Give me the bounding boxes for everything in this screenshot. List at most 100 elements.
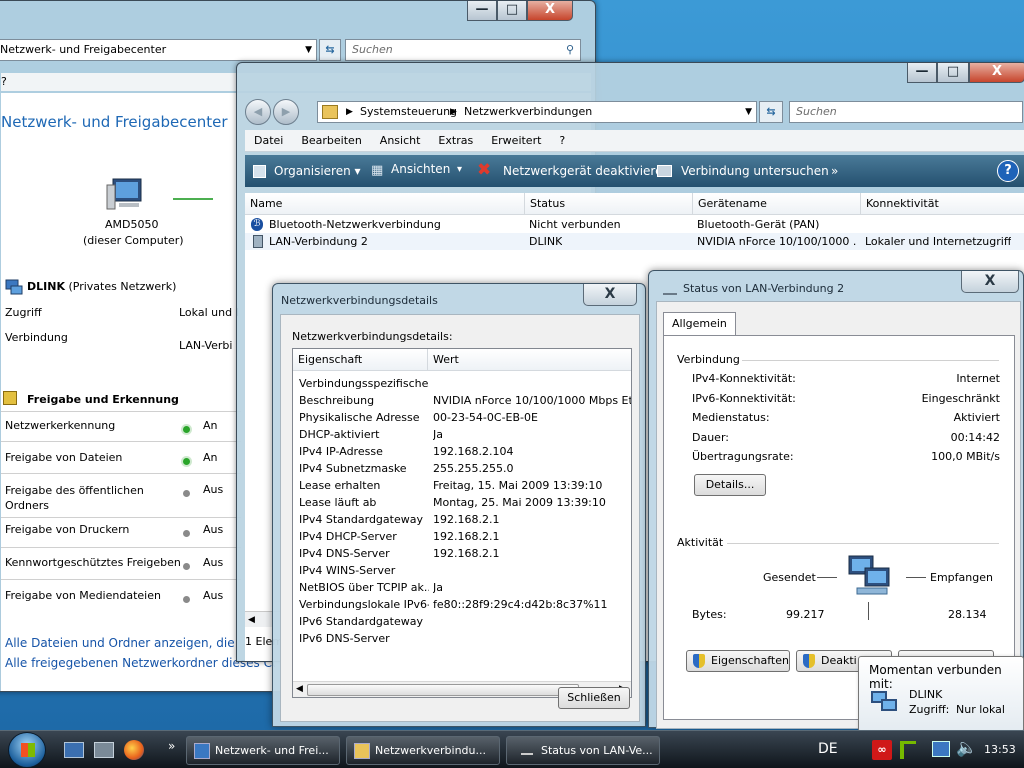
menu-extras[interactable]: Extras <box>429 130 482 152</box>
details-row[interactable]: Physikalische Adresse 00-23-54-0C-EB-0E <box>293 409 631 426</box>
details-value: fe80::28f9:29c4:d42b:8c37%11 <box>433 598 608 611</box>
details-row[interactable]: IPv4 IP-Adresse 192.168.2.104 <box>293 443 631 460</box>
details-row[interactable]: IPv4 WINS-Server <box>293 562 631 579</box>
breadcrumb-systemsteuerung[interactable]: Systemsteuerung <box>360 102 457 122</box>
forward-button[interactable]: ▶ <box>273 99 299 125</box>
scroll-left-icon[interactable]: ◀ <box>296 684 303 694</box>
search-input[interactable]: Suchen ⚲ <box>345 39 581 61</box>
task-network-connections[interactable]: Netzwerkverbindu... <box>346 736 500 765</box>
tab-allgemein[interactable]: Allgemein <box>663 312 736 336</box>
breadcrumb-netzwerkverbindungen[interactable]: Netzwerkverbindungen <box>464 102 592 122</box>
views-button[interactable]: Ansichten <box>383 153 458 185</box>
refresh-icon[interactable]: ⇆ <box>319 39 341 61</box>
close-button[interactable]: Schließen <box>558 687 630 709</box>
menu-bearbeiten[interactable]: Bearbeiten <box>292 130 370 152</box>
address-bar[interactable]: ▶ Systemsteuerung ▶ Netzwerkverbindungen… <box>317 101 757 123</box>
menu-datei[interactable]: Datei <box>245 130 292 152</box>
details-row[interactable]: Verbindungslokale IPv6-... fe80::28f9:29c… <box>293 596 631 613</box>
details-row[interactable]: IPv4 Standardgateway 192.168.2.1 <box>293 511 631 528</box>
diagnose-button[interactable]: Verbindung untersuchen <box>673 155 837 187</box>
help-icon[interactable]: ? <box>997 160 1019 182</box>
details-row[interactable]: IPv4 Subnetzmaske 255.255.255.0 <box>293 460 631 477</box>
task-network-center[interactable]: Netzwerk- und Frei... <box>186 736 340 765</box>
antivirus-icon[interactable]: ∞ <box>872 740 892 760</box>
show-desktop-icon[interactable] <box>64 742 84 758</box>
sharing-item[interactable]: Freigabe von Druckern Aus <box>5 523 241 537</box>
bytes-received: 28.134 <box>948 608 987 621</box>
sharing-item[interactable]: Kennwortgeschütztes Freigeben Aus <box>5 556 241 570</box>
table-row[interactable]: ℬ Bluetooth-Netzwerkverbindung Nicht ver… <box>245 216 1024 233</box>
sharing-item-label: Freigabe von Druckern <box>5 523 130 536</box>
column-header-device[interactable]: Gerätename <box>693 193 861 215</box>
verbindung-value[interactable]: LAN-Verbi <box>179 339 239 352</box>
close-button[interactable]: X <box>527 1 573 21</box>
minimize-button[interactable]: — <box>467 1 497 21</box>
volume-icon[interactable]: 🔈 <box>956 738 977 758</box>
back-button[interactable]: ◀ <box>245 99 271 125</box>
sharing-item[interactable]: Freigabe von Dateien An <box>5 451 241 465</box>
column-header-status[interactable]: Status <box>525 193 693 215</box>
close-button[interactable]: X <box>969 63 1024 83</box>
clock[interactable]: 13:53 <box>984 743 1016 756</box>
sent-line <box>817 577 837 578</box>
menu-help[interactable]: ? <box>550 130 574 152</box>
network-type: (Privates Netzwerk) <box>68 280 177 293</box>
menu-ansicht[interactable]: Ansicht <box>371 130 430 152</box>
column-header-property[interactable]: Eigenschaft <box>293 349 428 371</box>
disable-device-button[interactable]: Netzwerkgerät deaktivieren <box>495 155 678 187</box>
shield-icon <box>803 654 815 668</box>
sharing-item[interactable]: Freigabe des öffentlichen Ordners Aus <box>5 483 241 513</box>
breadcrumb-arrow[interactable]: ▶ <box>346 102 353 122</box>
details-row[interactable]: IPv4 DHCP-Server 192.168.2.1 <box>293 528 631 545</box>
sharing-item[interactable]: Freigabe von Mediendateien Aus <box>5 589 241 603</box>
column-header-connectivity[interactable]: Konnektivität <box>861 193 1024 215</box>
organize-button[interactable]: Organisieren ▾ <box>266 155 369 187</box>
more-commands-button[interactable]: » <box>823 155 846 187</box>
breadcrumb-arrow[interactable]: ▶ <box>450 102 457 122</box>
start-button[interactable] <box>8 732 46 768</box>
details-row[interactable]: DHCP-aktiviert Ja <box>293 426 631 443</box>
chevron-down-icon[interactable]: ▾ <box>457 164 462 175</box>
scroll-thumb[interactable] <box>307 684 579 696</box>
sharing-item[interactable]: Netzwerkerkennung An <box>5 419 241 433</box>
connection-details-dialog[interactable]: Netzwerkverbindungsdetails X Netzwerkver… <box>272 283 646 727</box>
address-bar[interactable]: Netzwerk- und Freigabecenter ▼ <box>0 39 317 61</box>
sent-label: Gesendet <box>763 571 816 584</box>
search-icon[interactable]: ⚲ <box>566 40 574 60</box>
language-indicator[interactable]: DE <box>818 741 838 757</box>
close-x-button[interactable]: X <box>583 284 637 306</box>
cell-name: Bluetooth-Netzwerkverbindung <box>269 218 441 231</box>
chevron-down-icon[interactable]: ▼ <box>305 40 312 60</box>
maximize-button[interactable]: □ <box>937 63 969 83</box>
task-lan-status[interactable]: Status von LAN-Ve... <box>506 736 660 765</box>
show-files-link[interactable]: Alle Dateien und Ordner anzeigen, die mo… <box>5 636 237 650</box>
network-name: DLINK (Privates Netzwerk) <box>27 280 176 293</box>
details-row[interactable]: Verbindungsspezifisches... <box>293 375 631 392</box>
quicklaunch-more[interactable]: » <box>168 739 175 753</box>
menu-erweitert[interactable]: Erweitert <box>482 130 550 152</box>
details-row[interactable]: NetBIOS über TCPIP ak... Ja <box>293 579 631 596</box>
sharing-item-value: Aus <box>203 556 224 569</box>
refresh-icon[interactable]: ⇆ <box>759 101 783 123</box>
details-row[interactable]: Lease läuft ab Montag, 25. Mai 2009 13:39… <box>293 494 631 511</box>
properties-button[interactable]: Eigenschaften <box>686 650 790 672</box>
minimize-button[interactable]: — <box>907 63 937 83</box>
nvidia-icon[interactable] <box>900 741 916 759</box>
network-tray-icon[interactable] <box>932 741 950 757</box>
table-row[interactable]: LAN-Verbindung 2 DLINK NVIDIA nForce 10/… <box>245 233 1024 250</box>
show-shared-link[interactable]: Alle freigegebenen Netzwerkordner dieses… <box>5 656 275 670</box>
chevron-down-icon[interactable]: ▼ <box>745 102 752 122</box>
column-header-value[interactable]: Wert <box>428 349 631 371</box>
details-row[interactable]: Lease erhalten Freitag, 15. Mai 2009 13:3… <box>293 477 631 494</box>
details-button[interactable]: Details... <box>694 474 766 496</box>
firefox-icon[interactable] <box>124 740 144 760</box>
details-row[interactable]: IPv6 DNS-Server <box>293 630 631 647</box>
switch-windows-icon[interactable] <box>94 742 114 758</box>
maximize-button[interactable]: □ <box>497 1 527 21</box>
details-row[interactable]: IPv4 DNS-Server 192.168.2.1 <box>293 545 631 562</box>
close-x-button[interactable]: X <box>961 271 1019 293</box>
column-header-name[interactable]: Name <box>245 193 525 215</box>
details-row[interactable]: Beschreibung NVIDIA nForce 10/100/1000 Mb… <box>293 392 631 409</box>
details-row[interactable]: IPv6 Standardgateway <box>293 613 631 630</box>
search-input[interactable]: Suchen <box>789 101 1023 123</box>
